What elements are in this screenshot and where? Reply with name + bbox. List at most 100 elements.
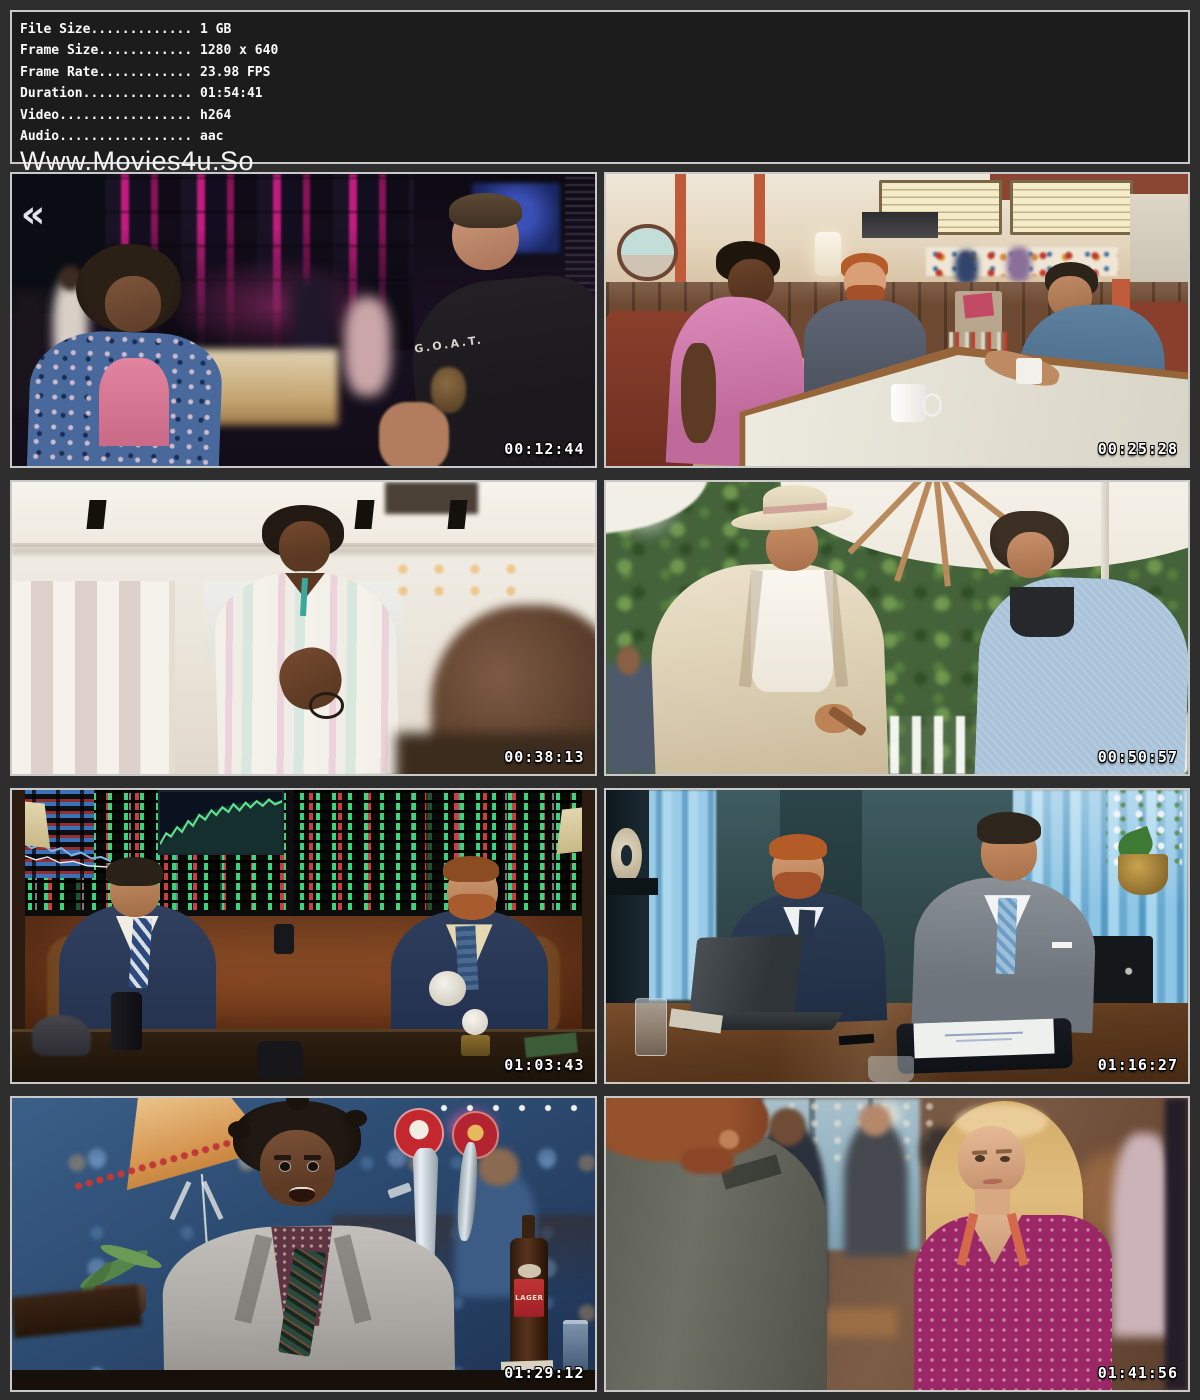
water-glass <box>635 998 667 1055</box>
man-right-striped-tie <box>996 898 1017 975</box>
wood-pillar <box>12 790 25 1038</box>
man-left-white-shirt <box>751 570 833 693</box>
ceiling-lights <box>385 558 536 605</box>
pocket-square <box>1052 942 1072 948</box>
info-row-frame-rate: Frame Rate............23.98 FPS <box>20 62 1188 83</box>
water-glass <box>868 1056 915 1082</box>
info-value: aac <box>192 129 223 144</box>
man-right-face <box>1007 532 1054 579</box>
street-window <box>1130 194 1188 287</box>
screenshot-sheet: File Size.............1 GB Frame Size...… <box>0 0 1200 1400</box>
mug-handle <box>922 393 942 417</box>
man-right-hair <box>449 193 522 228</box>
bracelet <box>309 692 344 718</box>
bull-statue <box>32 1015 90 1056</box>
timestamp-overlay: 01:41:56 <box>1098 1364 1178 1382</box>
kitchen-staff <box>955 250 978 285</box>
table-glow <box>815 1308 897 1337</box>
string-lights <box>431 1101 582 1116</box>
balcony-bracket <box>447 500 468 529</box>
woman-mouth <box>983 1178 1002 1184</box>
hair-loc <box>228 1121 251 1139</box>
man-left-hair <box>106 857 163 886</box>
wood-pillar <box>582 790 595 1038</box>
info-row-video: Video.................h264 <box>20 105 1188 126</box>
info-row-file-size: File Size.............1 GB <box>20 19 1188 40</box>
trophy-base <box>461 1035 490 1055</box>
screen-bezel <box>286 790 294 916</box>
still-garden: 00:50:57 <box>604 480 1191 776</box>
man-brows <box>274 1155 321 1160</box>
crowd-figure <box>844 1121 908 1255</box>
man-eye <box>307 1161 319 1172</box>
shirt-graphic <box>431 367 466 414</box>
info-value: 1280 x 640 <box>192 43 278 58</box>
man-right-arm <box>379 402 449 468</box>
info-label: Audio <box>20 129 59 144</box>
stock-chart-line <box>160 792 282 853</box>
info-row-duration: Duration..............01:54:41 <box>20 83 1188 104</box>
man-left-pink-tee <box>99 358 169 446</box>
info-label: Video <box>20 108 59 123</box>
crowd-figure <box>1165 1098 1188 1390</box>
screenshot-grid: « G.O.A.T. 00:12:44 <box>10 172 1190 1392</box>
bottle-label-text: LAGER <box>515 1294 543 1302</box>
coffee-mug <box>891 384 926 422</box>
foreground-man-beard <box>681 1148 733 1174</box>
documents <box>914 1018 1055 1058</box>
still-trading-floor: 01:03:43 <box>10 788 597 1084</box>
foreground-man-ear <box>719 1130 739 1149</box>
chevrons-icon: « <box>21 192 43 236</box>
info-label: Frame Size <box>20 43 98 58</box>
man-face <box>279 521 330 572</box>
info-row-audio: Audio.................aac <box>20 126 1188 147</box>
man-eye <box>279 1161 291 1172</box>
still-office: 01:16:27 <box>604 788 1191 1084</box>
ptz-camera <box>274 924 294 953</box>
dot-leader: ................. <box>59 129 192 144</box>
black-cup <box>257 1041 304 1079</box>
menu-card <box>963 292 994 318</box>
man-right-hair <box>977 812 1041 844</box>
info-label: Frame Rate <box>20 65 98 80</box>
kitchen-staff <box>1007 247 1030 282</box>
still-party: 01:41:56 <box>604 1096 1191 1392</box>
balcony-bracket <box>86 500 107 529</box>
crowd-figure <box>344 297 391 396</box>
crowd-head <box>859 1104 891 1136</box>
info-value: 1 GB <box>192 22 231 37</box>
background-guest <box>606 663 658 774</box>
gold-vase <box>1118 854 1168 895</box>
still-loft: 00:38:13 <box>10 480 597 776</box>
man-right-red-hair <box>443 856 499 882</box>
trophy-ball <box>462 1009 488 1035</box>
bottle-label: LAGER <box>514 1279 544 1317</box>
laptop-screen <box>688 934 802 1022</box>
bottle-crest <box>518 1264 541 1277</box>
still-nightclub: « G.O.A.T. 00:12:44 <box>10 172 597 468</box>
balcony-bracket <box>354 500 375 529</box>
info-value: 01:54:41 <box>192 86 262 101</box>
man-left-red-hair <box>769 834 827 860</box>
timestamp-overlay: 01:16:27 <box>1098 1056 1178 1074</box>
table-lamp <box>815 232 841 276</box>
media-info-panel: File Size.............1 GB Frame Size...… <box>10 10 1190 164</box>
dot-leader: ............. <box>90 22 192 37</box>
crowd-head <box>769 1108 807 1146</box>
timestamp-overlay: 00:25:28 <box>1098 440 1178 458</box>
woman-eye <box>975 1155 985 1161</box>
man-right-dark-tee <box>1010 587 1074 637</box>
man-right-blue-blazer <box>975 575 1190 776</box>
info-row-frame-size: Frame Size............1280 x 640 <box>20 40 1188 61</box>
porthole-window <box>617 224 677 282</box>
coffee-mug <box>1016 358 1043 384</box>
info-label: File Size <box>20 22 90 37</box>
timestamp-overlay: 00:12:44 <box>504 440 584 458</box>
dot-leader: ................. <box>59 108 192 123</box>
kitchen-hood <box>862 212 938 238</box>
still-pub: LAGER 01:29:12 <box>10 1096 597 1392</box>
menu-board <box>1010 180 1133 236</box>
still-diner: 00:25:28 <box>604 172 1191 468</box>
man-right-red-beard <box>448 894 496 920</box>
dot-leader: ............ <box>98 43 192 58</box>
